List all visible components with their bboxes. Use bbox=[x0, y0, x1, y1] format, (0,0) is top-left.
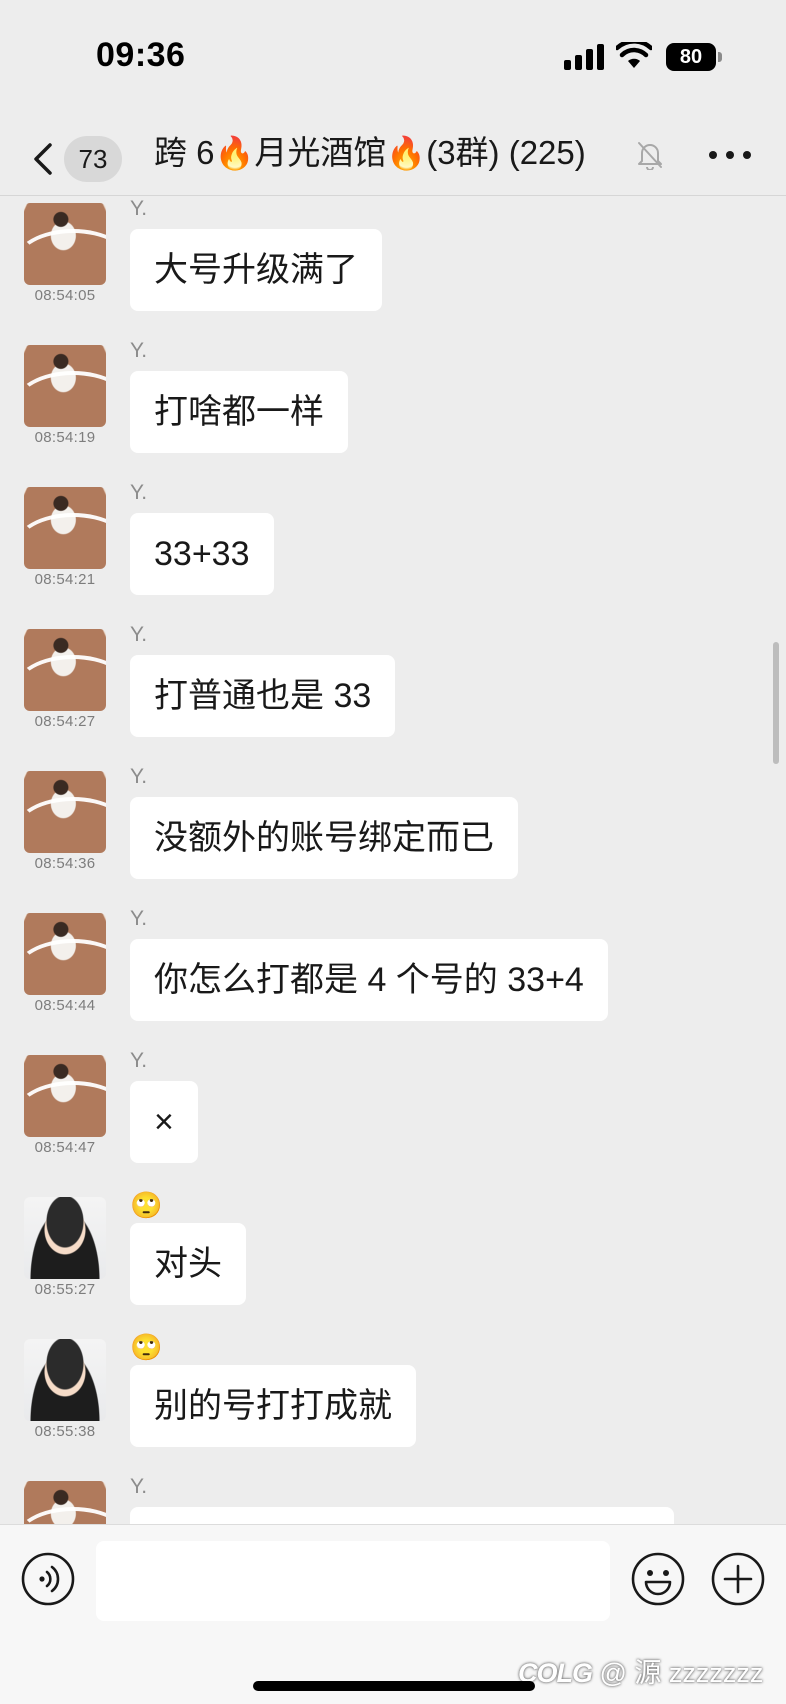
message-bubble[interactable] bbox=[130, 1507, 674, 1524]
message-bubble[interactable]: 对头 bbox=[130, 1223, 246, 1305]
message-row: 08:54:36 Y. 没额外的账号绑定而已 bbox=[0, 765, 786, 907]
message-row: 08:54:21 Y. 33+33 bbox=[0, 481, 786, 623]
avatar[interactable] bbox=[24, 1197, 106, 1279]
sender-name: Y. bbox=[130, 339, 148, 362]
avatar[interactable] bbox=[24, 487, 106, 569]
watermark-text: @ 源 zzzzzzz bbox=[599, 1658, 764, 1688]
sender-name: Y. bbox=[130, 1475, 148, 1498]
message-bubble[interactable]: 33+33 bbox=[130, 513, 274, 595]
battery-level: 80 bbox=[666, 43, 716, 71]
message-bubble[interactable]: 别的号打打成就 bbox=[130, 1365, 416, 1447]
status-time: 09:36 bbox=[96, 36, 186, 74]
message-bubble[interactable]: 你怎么打都是 4 个号的 33+4 bbox=[130, 939, 608, 1021]
voice-icon[interactable] bbox=[20, 1551, 76, 1607]
message-bubble[interactable]: 大号升级满了 bbox=[130, 229, 382, 311]
title-prefix: 跨 6 bbox=[154, 134, 215, 171]
message-time: 08:54:21 bbox=[34, 571, 96, 588]
more-dots-icon[interactable] bbox=[708, 150, 752, 160]
avatar[interactable] bbox=[24, 913, 106, 995]
battery-cap bbox=[718, 52, 722, 62]
message-time: 08:55:27 bbox=[34, 1281, 96, 1298]
message-row: 08:54:47 Y. × bbox=[0, 1049, 786, 1191]
message-bubble[interactable]: 打啥都一样 bbox=[130, 371, 348, 453]
sender-emoji-nickname: 🙄 bbox=[130, 1332, 163, 1362]
message-input[interactable] bbox=[96, 1541, 610, 1621]
message-bubble[interactable]: 没额外的账号绑定而已 bbox=[130, 797, 518, 879]
sender-name: Y. bbox=[130, 907, 148, 930]
unread-count-badge: 73 bbox=[64, 136, 122, 182]
avatar[interactable] bbox=[24, 1339, 106, 1421]
message-time: 08:54:27 bbox=[34, 713, 96, 730]
input-bar: COLG @ 源 zzzzzzz bbox=[0, 1524, 786, 1704]
sender-name: Y. bbox=[130, 765, 148, 788]
avatar[interactable] bbox=[24, 1481, 106, 1524]
title-suffix: (3群) (225) bbox=[426, 134, 586, 171]
message-time: 08:54:05 bbox=[34, 287, 96, 304]
back-chevron-icon bbox=[34, 143, 52, 175]
message-row: 08:54:27 Y. 打普通也是 33 bbox=[0, 623, 786, 765]
flame-emoji-icon: 🔥 bbox=[214, 135, 255, 171]
message-time: 08:54:19 bbox=[34, 429, 96, 446]
message-row: 08:54:44 Y. 你怎么打都是 4 个号的 33+4 bbox=[0, 907, 786, 1049]
title-middle: 月光酒馆 bbox=[254, 134, 387, 171]
avatar[interactable] bbox=[24, 345, 106, 427]
battery-icon: 80 bbox=[666, 43, 722, 71]
sender-emoji-nickname: 🙄 bbox=[130, 1190, 163, 1220]
wifi-icon bbox=[616, 42, 652, 68]
flame-emoji-icon: 🔥 bbox=[386, 135, 427, 171]
message-row: Y. bbox=[0, 1475, 786, 1524]
message-row: 08:54:05 Y. 大号升级满了 bbox=[0, 197, 786, 339]
back-button[interactable]: 73 bbox=[28, 130, 124, 184]
message-row: 08:55:38 🙄 别的号打打成就 bbox=[0, 1333, 786, 1475]
chat-header: 73 跨 6🔥月光酒馆🔥(3群) (225) bbox=[0, 112, 786, 196]
emoji-icon[interactable] bbox=[630, 1551, 686, 1607]
sender-name: Y. bbox=[130, 197, 148, 220]
avatar[interactable] bbox=[24, 1055, 106, 1137]
message-time: 08:54:44 bbox=[34, 997, 96, 1014]
message-time: 08:54:47 bbox=[34, 1139, 96, 1156]
message-bubble[interactable]: 打普通也是 33 bbox=[130, 655, 396, 737]
scrollbar-thumb[interactable] bbox=[773, 642, 779, 764]
message-time: 08:55:38 bbox=[34, 1423, 96, 1440]
avatar[interactable] bbox=[24, 629, 106, 711]
chat-title[interactable]: 跨 6🔥月光酒馆🔥(3群) (225) bbox=[154, 128, 586, 178]
plus-icon[interactable] bbox=[710, 1551, 766, 1607]
message-time: 08:54:36 bbox=[34, 855, 96, 872]
sender-name: Y. bbox=[130, 623, 148, 646]
watermark: COLG @ 源 zzzzzzz bbox=[518, 1653, 780, 1693]
avatar[interactable] bbox=[24, 203, 106, 285]
message-row: 08:55:27 🙄 对头 bbox=[0, 1191, 786, 1333]
sender-name: Y. bbox=[130, 1049, 148, 1072]
message-bubble[interactable]: × bbox=[130, 1081, 198, 1163]
avatar[interactable] bbox=[24, 771, 106, 853]
message-row: 08:54:19 Y. 打啥都一样 bbox=[0, 339, 786, 481]
home-indicator[interactable] bbox=[253, 1681, 535, 1691]
cellular-signal-icon bbox=[564, 44, 604, 70]
sender-name: Y. bbox=[130, 481, 148, 504]
bell-muted-icon bbox=[638, 142, 662, 170]
chat-message-list[interactable]: 08:54:05 Y. 大号升级满了 08:54:19 Y. 打啥都一样 08:… bbox=[0, 197, 786, 1524]
status-bar: 09:36 80 bbox=[0, 0, 786, 112]
